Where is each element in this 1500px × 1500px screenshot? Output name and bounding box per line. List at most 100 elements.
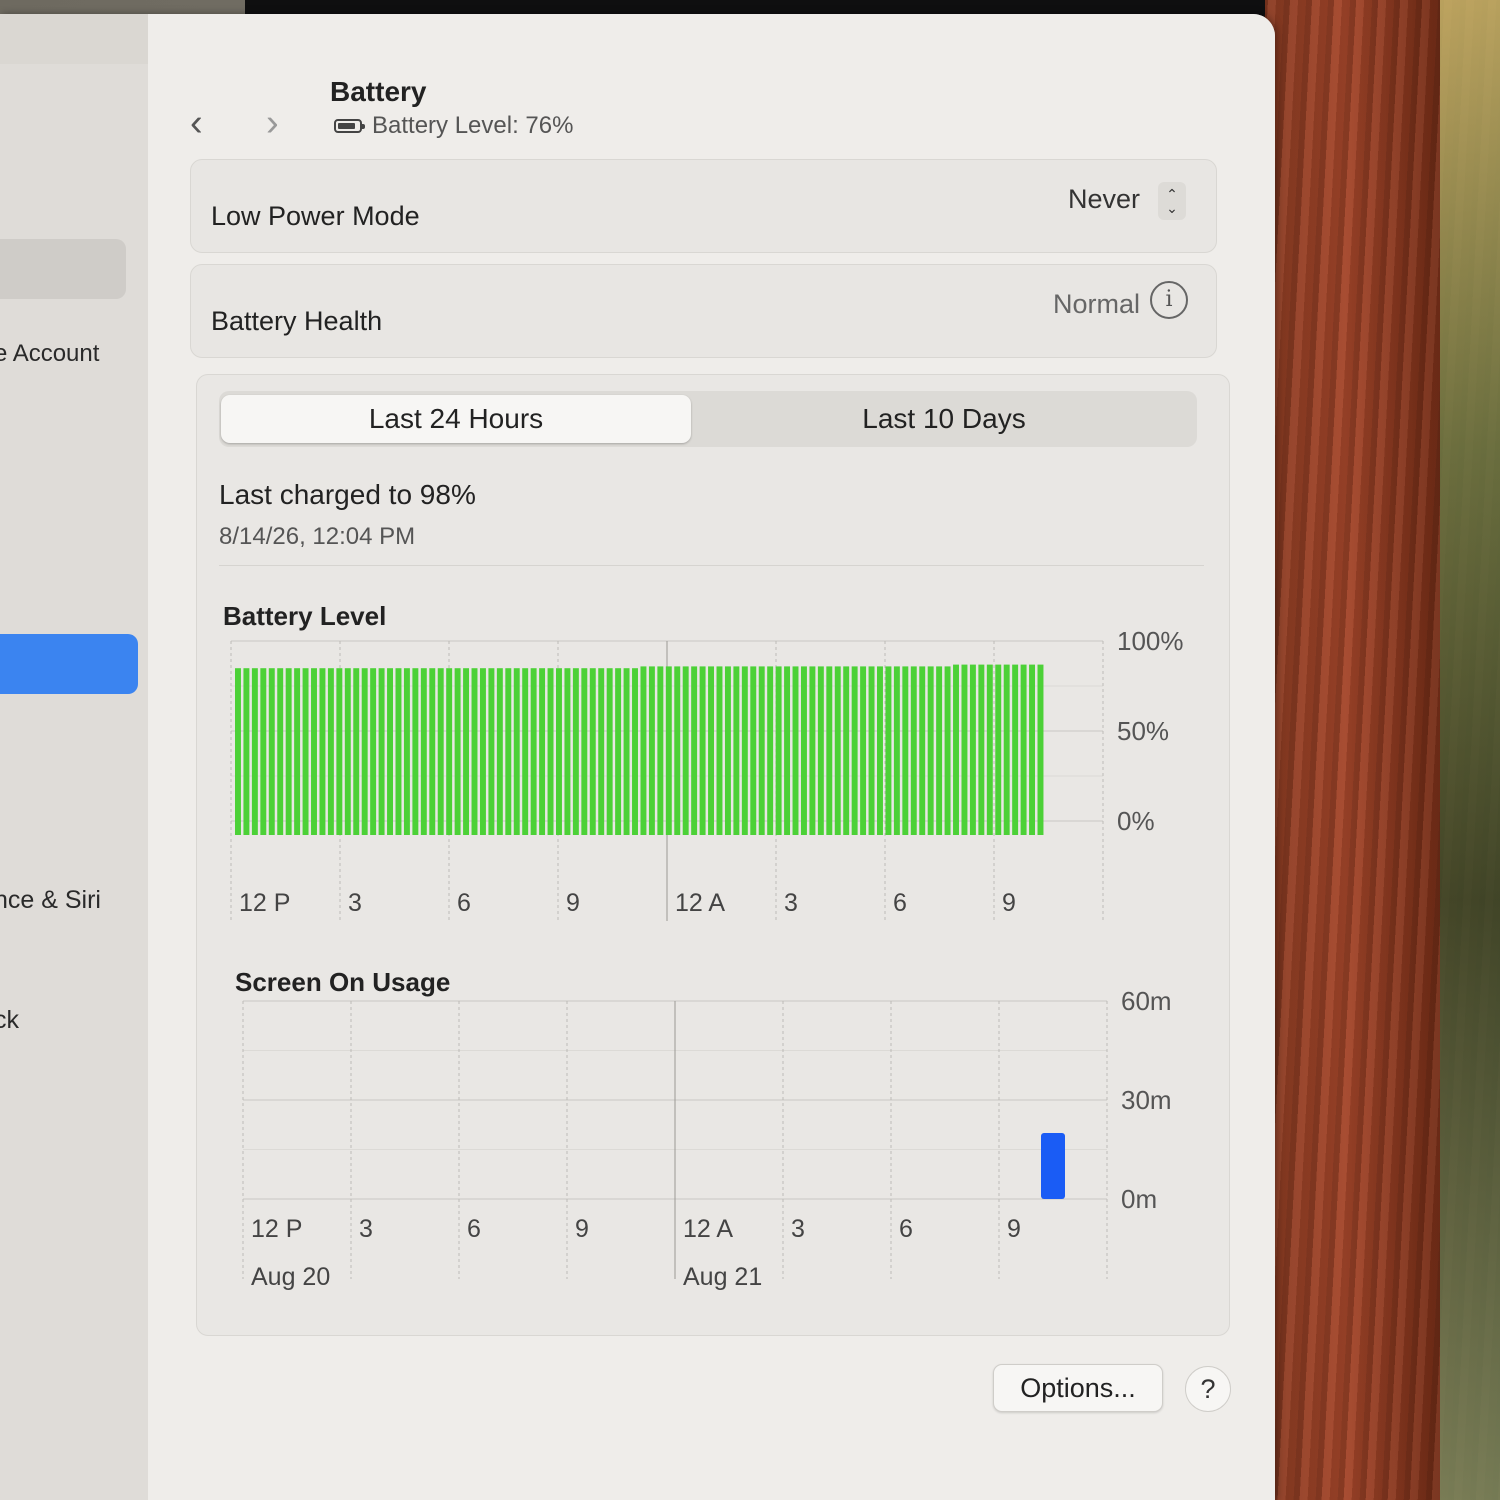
y-tick-label: 100%: [1117, 626, 1184, 656]
x-tick-label: 6: [457, 889, 471, 917]
low-power-mode-label: Low Power Mode: [211, 201, 420, 231]
battery-bar: [327, 668, 334, 835]
battery-bar: [479, 668, 486, 835]
battery-bar: [361, 668, 368, 835]
time-range-segmented-control: Last 24 Hours Last 10 Days: [219, 391, 1197, 447]
battery-bar: [995, 664, 1002, 835]
bar: [1041, 1133, 1065, 1199]
battery-bar: [463, 668, 470, 835]
sidebar-header: [0, 14, 148, 64]
battery-bar: [277, 668, 284, 835]
battery-bar: [403, 668, 410, 835]
battery-bar: [953, 664, 959, 835]
back-icon[interactable]: ‹: [190, 104, 203, 142]
battery-bar: [986, 664, 993, 835]
battery-bar: [817, 666, 824, 835]
x-tick-label: 12 A: [683, 1215, 733, 1243]
battery-bar: [682, 666, 689, 835]
sidebar: e Account nce & Siri ck: [0, 64, 148, 1500]
battery-bar: [539, 668, 546, 835]
battery-health-row: Battery Health Normal i: [190, 264, 1217, 358]
info-icon[interactable]: i: [1150, 281, 1188, 319]
x-date-label: Aug 21: [683, 1263, 762, 1291]
battery-bar: [1012, 664, 1019, 835]
battery-bar: [708, 666, 715, 835]
usage-history-card: Last 24 Hours Last 10 Days Last charged …: [196, 374, 1230, 1336]
battery-bar: [429, 668, 436, 835]
battery-bar: [623, 668, 630, 835]
battery-bar: [800, 666, 807, 835]
help-button[interactable]: ?: [1185, 1366, 1231, 1412]
battery-bar: [251, 668, 258, 835]
battery-bar: [851, 666, 858, 835]
sidebar-item-lock[interactable]: ck: [0, 1006, 19, 1035]
sidebar-highlight[interactable]: [0, 239, 126, 299]
x-tick-label: 6: [893, 889, 907, 917]
battery-bar: [547, 668, 554, 835]
battery-bar: [1003, 664, 1010, 835]
popup-chevrons-icon[interactable]: ⌃ ⌄: [1158, 182, 1186, 220]
y-tick-label: 50%: [1117, 716, 1169, 746]
low-power-mode-popup[interactable]: Never: [1068, 184, 1140, 215]
battery-bar: [969, 664, 976, 835]
tab-last-24-hours[interactable]: Last 24 Hours: [221, 395, 691, 443]
page-title: Battery: [330, 76, 427, 107]
foliage-background: [1440, 0, 1500, 1500]
battery-bar: [936, 666, 943, 835]
battery-bar: [640, 666, 647, 835]
battery-bar: [395, 668, 402, 835]
battery-bar: [750, 666, 757, 835]
settings-window: e Account nce & Siri ck ‹ › Battery Batt…: [0, 14, 1275, 1500]
battery-icon: [334, 119, 365, 133]
battery-bar: [691, 666, 698, 835]
battery-bar: [809, 666, 816, 835]
battery-bar: [598, 668, 605, 835]
battery-bar: [420, 668, 427, 835]
battery-bar: [353, 668, 360, 835]
battery-bar: [488, 668, 495, 835]
battery-bar: [437, 668, 444, 835]
battery-bar: [344, 668, 351, 835]
options-button[interactable]: Options...: [993, 1364, 1163, 1412]
battery-bar: [311, 668, 317, 835]
x-tick-label: 6: [467, 1215, 481, 1243]
battery-bar: [572, 668, 579, 835]
battery-bar: [556, 668, 562, 835]
forward-icon[interactable]: ›: [266, 104, 279, 142]
battery-bar: [294, 668, 301, 835]
sidebar-item-siri[interactable]: nce & Siri: [0, 886, 101, 915]
battery-bar: [767, 666, 774, 835]
sidebar-item-account[interactable]: e Account: [0, 340, 99, 368]
last-charged-text: Last charged to 98%: [219, 479, 476, 510]
battery-bar: [665, 666, 672, 835]
battery-bar: [1037, 664, 1044, 835]
battery-bar: [902, 666, 909, 835]
battery-bar: [648, 666, 655, 835]
battery-bar: [716, 666, 723, 835]
battery-bar: [978, 664, 985, 835]
x-tick-label: 3: [784, 889, 798, 917]
battery-bar: [944, 666, 951, 835]
battery-bar: [268, 668, 275, 835]
divider: [219, 565, 1204, 566]
last-charged-date: 8/14/26, 12:04 PM: [219, 523, 416, 550]
battery-bar: [302, 668, 309, 835]
battery-bar: [378, 668, 385, 835]
battery-bar: [784, 666, 791, 835]
battery-bar: [581, 668, 588, 835]
battery-bar: [505, 668, 512, 835]
battery-bar: [454, 668, 461, 835]
battery-bar: [775, 666, 782, 835]
battery-bar: [471, 668, 478, 835]
battery-bar: [235, 668, 241, 835]
battery-bar: [868, 666, 875, 835]
tab-last-10-days[interactable]: Last 10 Days: [699, 391, 1189, 447]
x-tick-label: 9: [1007, 1215, 1021, 1243]
battery-level-chart: 100% 50% 0% 12 P 3 6 9 12 A 3 6 9: [230, 626, 1184, 921]
sidebar-item-battery-selected[interactable]: [0, 634, 138, 694]
battery-bar: [1020, 664, 1027, 835]
battery-bar: [893, 666, 900, 835]
battery-bar: [387, 668, 394, 835]
x-tick-label: 6: [899, 1215, 913, 1243]
battery-bar: [530, 668, 537, 835]
